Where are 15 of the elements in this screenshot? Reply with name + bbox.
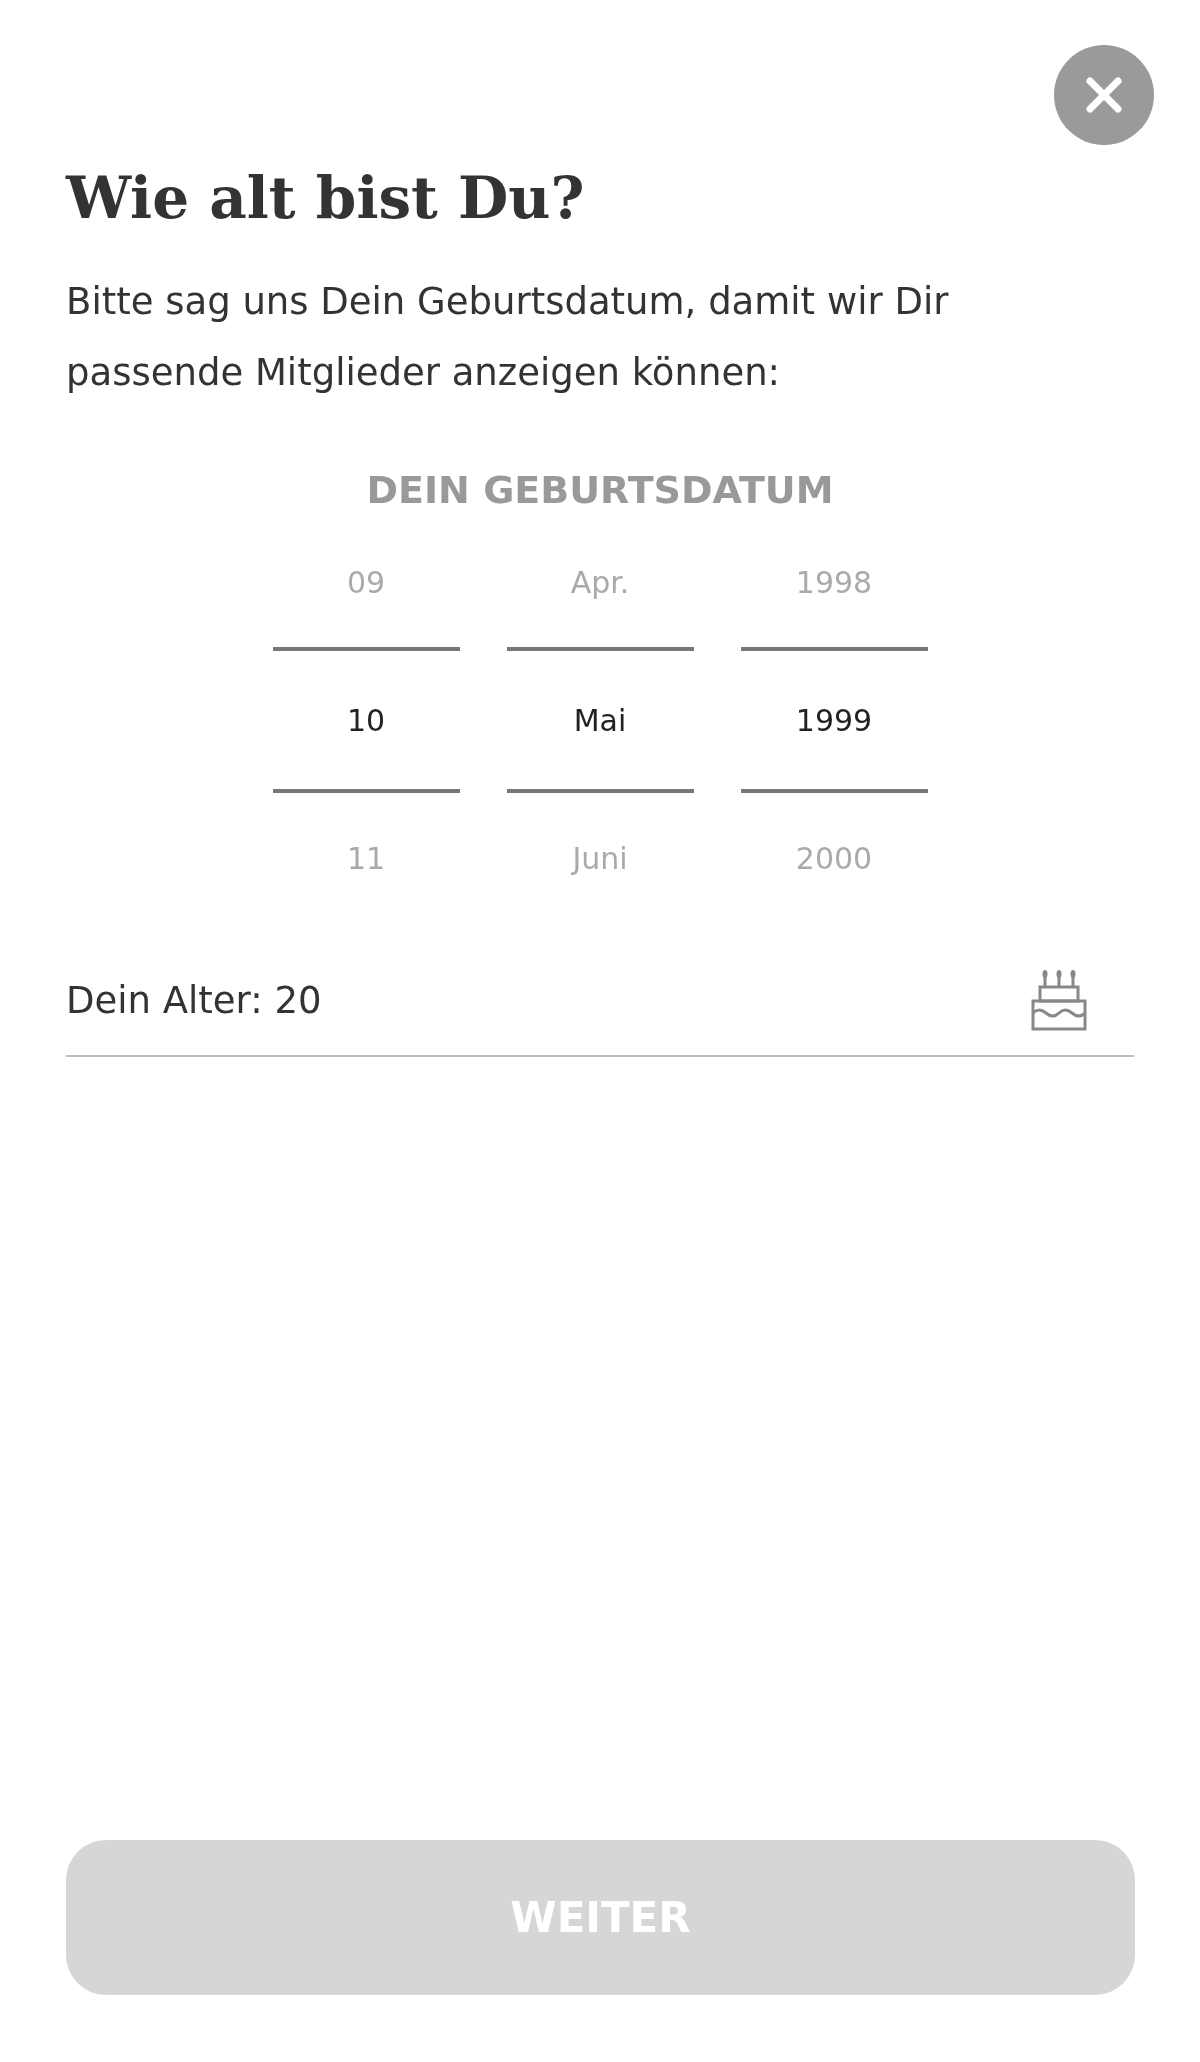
picker-label: DEIN GEBURTSDATUM — [366, 467, 834, 514]
picker-option[interactable]: 1999 — [740, 647, 928, 793]
picker-option[interactable]: Mai — [506, 647, 694, 793]
age-text: Dein Alter: 20 — [66, 978, 322, 1025]
picker-option[interactable]: 2000 — [740, 821, 928, 895]
close-icon — [1086, 77, 1122, 113]
picker-option[interactable]: Juni — [506, 821, 694, 895]
page-title: Wie alt bist Du? — [66, 163, 585, 234]
picker-option[interactable]: 11 — [272, 821, 460, 895]
picker-option[interactable]: 10 — [272, 647, 460, 793]
picker-option[interactable]: 09 — [272, 545, 460, 619]
picker-option[interactable]: 1998 — [740, 545, 928, 619]
intro-text: Bitte sag uns Dein Geburtsdatum, damit wir Dir passende Mitglieder anzeigen können: — [66, 279, 950, 396]
picker-option[interactable]: Apr. — [506, 545, 694, 619]
cake-icon — [1030, 969, 1088, 1033]
